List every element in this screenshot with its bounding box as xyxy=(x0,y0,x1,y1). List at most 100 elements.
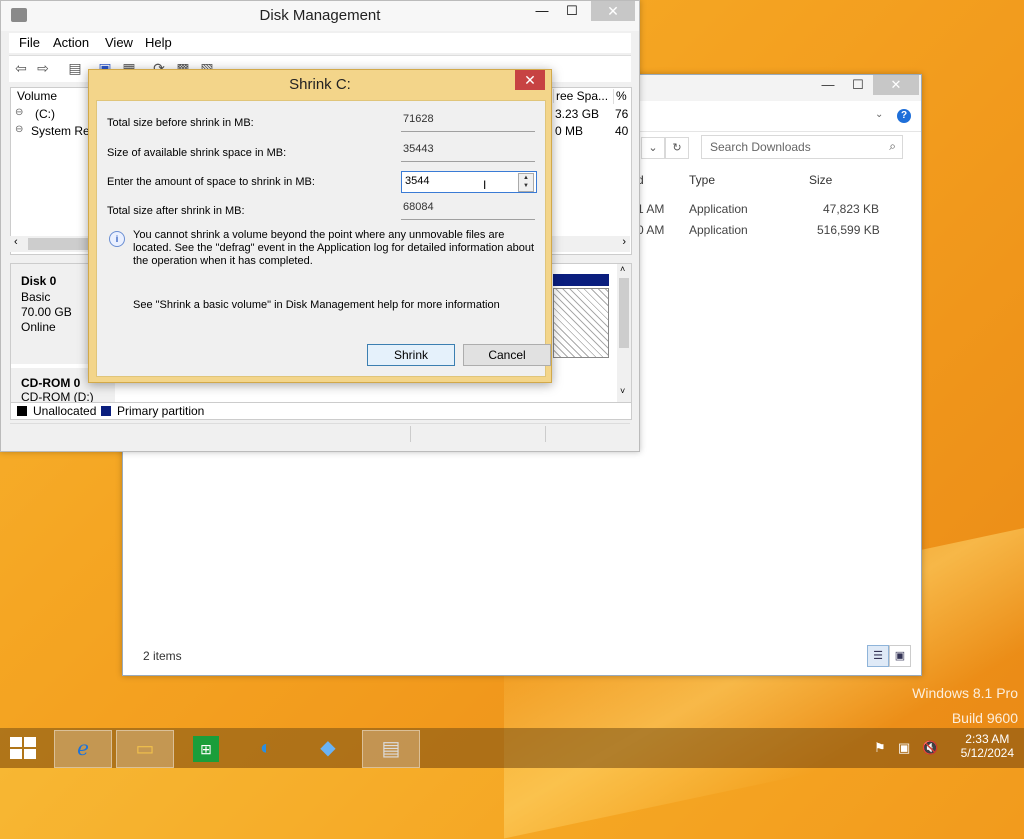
store-icon[interactable]: ⊞ xyxy=(178,730,234,766)
console-tree-icon[interactable]: ▤ xyxy=(67,60,83,76)
back-icon[interactable]: ⇦ xyxy=(13,60,29,76)
available-space-label: Size of available shrink space in MB: xyxy=(107,147,287,159)
network-icon[interactable]: ▣ xyxy=(898,740,910,756)
total-before-value: 71628 xyxy=(403,113,434,125)
clock[interactable]: 2:33 AM 5/12/2024 xyxy=(961,732,1014,760)
column-header-size[interactable]: Size xyxy=(809,173,832,187)
explorer-minimize-button[interactable]: — xyxy=(813,75,843,95)
row-size: 47,823 KB xyxy=(823,202,880,216)
cancel-button[interactable]: Cancel xyxy=(463,344,551,366)
volume-name: (C:) xyxy=(35,107,55,121)
taskbar: ℯ ▭ ⊞ ◐ ◆ ▤ ⚑ ▣ 🔇 2:33 AM 5/12/2024 xyxy=(0,728,1024,768)
column-header-free-space[interactable]: ree Spa... xyxy=(553,89,608,103)
help-message: See "Shrink a basic volume" in Disk Mana… xyxy=(133,299,500,311)
close-button[interactable]: ✕ xyxy=(591,1,635,21)
primary-partition-bar[interactable] xyxy=(553,274,609,286)
status-segment xyxy=(410,426,411,442)
status-bar xyxy=(10,423,630,444)
shrink-amount-input[interactable]: 3544 ▲ ▼ xyxy=(401,171,537,193)
clock-date: 5/12/2024 xyxy=(960,746,1014,760)
forward-icon[interactable]: ⇨ xyxy=(35,60,51,76)
disk-0-name: Disk 0 xyxy=(21,274,57,288)
scrollbar-thumb[interactable] xyxy=(619,278,629,348)
primary-partition-swatch xyxy=(101,406,111,416)
windows-logo-icon xyxy=(24,749,36,759)
row-time: 1 AM xyxy=(637,202,665,216)
disk-0-size: 70.00 GB xyxy=(21,305,72,319)
spin-down-icon[interactable]: ▼ xyxy=(519,182,533,190)
refresh-icon[interactable]: ↻ xyxy=(665,137,689,159)
dialog-body: Total size before shrink in MB: 71628 Si… xyxy=(96,100,551,377)
drive-icon: ⊖ xyxy=(15,124,24,135)
action-center-flag-icon[interactable]: ⚑ xyxy=(874,740,886,756)
menu-help[interactable]: Help xyxy=(145,35,172,50)
ribbon-expand-icon[interactable]: ⌄ xyxy=(875,109,883,120)
file-explorer-icon[interactable]: ▭ xyxy=(116,730,174,768)
dialog-close-button[interactable]: ✕ xyxy=(515,70,545,90)
column-header-type[interactable]: Type xyxy=(689,173,715,187)
volume-muted-icon[interactable]: 🔇 xyxy=(922,740,938,756)
info-message: You cannot shrink a volume beyond the po… xyxy=(133,229,535,267)
large-icons-view-icon[interactable]: ▣ xyxy=(889,645,911,667)
vertical-scrollbar[interactable]: ˄ ˅ xyxy=(617,264,631,402)
search-input[interactable]: Search Downloads ⌕ xyxy=(701,135,903,159)
disk-0-status: Online xyxy=(21,320,56,334)
search-icon: ⌕ xyxy=(889,139,896,153)
windows-watermark: Windows 8.1 Pro xyxy=(912,685,1018,701)
spin-up-icon[interactable]: ▲ xyxy=(519,174,533,182)
windows-logo-icon xyxy=(10,749,22,759)
shrink-dialog: Shrink C: ✕ Total size before shrink in … xyxy=(88,69,552,383)
volume-percent-free: 76 xyxy=(615,107,629,121)
installer-icon[interactable]: ◆ xyxy=(300,730,356,766)
shrink-amount-spinner[interactable]: ▲ ▼ xyxy=(518,173,534,192)
volume-name: System Res xyxy=(31,124,96,138)
minimize-button[interactable]: — xyxy=(527,1,557,21)
total-before-field: 71628 xyxy=(401,111,535,132)
address-dropdown-icon[interactable]: ⌄ xyxy=(641,137,665,159)
text-cursor-icon: I xyxy=(483,178,487,192)
scroll-up-icon[interactable]: ˄ xyxy=(620,264,625,274)
total-after-value: 68084 xyxy=(403,201,434,213)
row-type: Application xyxy=(689,202,748,216)
menu-view[interactable]: View xyxy=(105,35,133,50)
cdrom-name: CD-ROM 0 xyxy=(21,376,81,390)
drive-icon: ⊖ xyxy=(15,107,24,118)
internet-explorer-icon[interactable]: ℯ xyxy=(54,730,112,768)
volume-free-space: 0 MB xyxy=(555,124,584,138)
info-icon: i xyxy=(109,231,125,247)
build-watermark: Build 9600 xyxy=(951,710,1018,726)
shrink-amount-label: Enter the amount of space to shrink in M… xyxy=(107,176,315,188)
scroll-down-icon[interactable]: ˅ xyxy=(620,386,625,396)
legend-primary-partition: Primary partition xyxy=(117,404,205,418)
disk-management-app-icon xyxy=(11,8,27,22)
disk-0-type: Basic xyxy=(21,290,51,304)
clock-time: 2:33 AM xyxy=(965,732,1010,746)
scroll-left-icon[interactable]: ‹ xyxy=(14,236,18,248)
column-header-volume[interactable]: Volume xyxy=(17,89,57,103)
menu-action[interactable]: Action xyxy=(53,35,89,50)
explorer-close-button[interactable]: ✕ xyxy=(873,75,919,95)
shrink-button[interactable]: Shrink xyxy=(367,344,455,366)
details-view-icon[interactable]: ☰ xyxy=(867,645,889,667)
row-size: 516,599 KB xyxy=(817,223,880,237)
total-after-label: Total size after shrink in MB: xyxy=(107,205,245,217)
status-segment xyxy=(545,426,546,442)
volume-free-space: 3.23 GB xyxy=(555,107,600,121)
maximize-button[interactable]: ☐ xyxy=(557,1,587,21)
disk-management-taskbar-icon[interactable]: ▤ xyxy=(362,730,420,768)
edge-icon[interactable]: ◐ xyxy=(238,730,294,766)
menu-file[interactable]: File xyxy=(19,35,40,50)
start-button[interactable] xyxy=(10,737,38,759)
scroll-right-icon[interactable]: › xyxy=(622,236,626,248)
selected-partition-block[interactable] xyxy=(553,288,609,358)
explorer-maximize-button[interactable]: ☐ xyxy=(843,75,873,95)
help-icon[interactable]: ? xyxy=(897,109,911,123)
search-placeholder: Search Downloads xyxy=(710,140,811,154)
item-count: 2 items xyxy=(143,649,182,663)
shrink-amount-value: 3544 xyxy=(405,175,430,187)
scrollbar-thumb[interactable] xyxy=(28,238,88,250)
windows-logo-icon xyxy=(10,737,22,747)
row-type: Application xyxy=(689,223,748,237)
row-time: 0 AM xyxy=(637,223,665,237)
total-after-field: 68084 xyxy=(401,199,535,220)
